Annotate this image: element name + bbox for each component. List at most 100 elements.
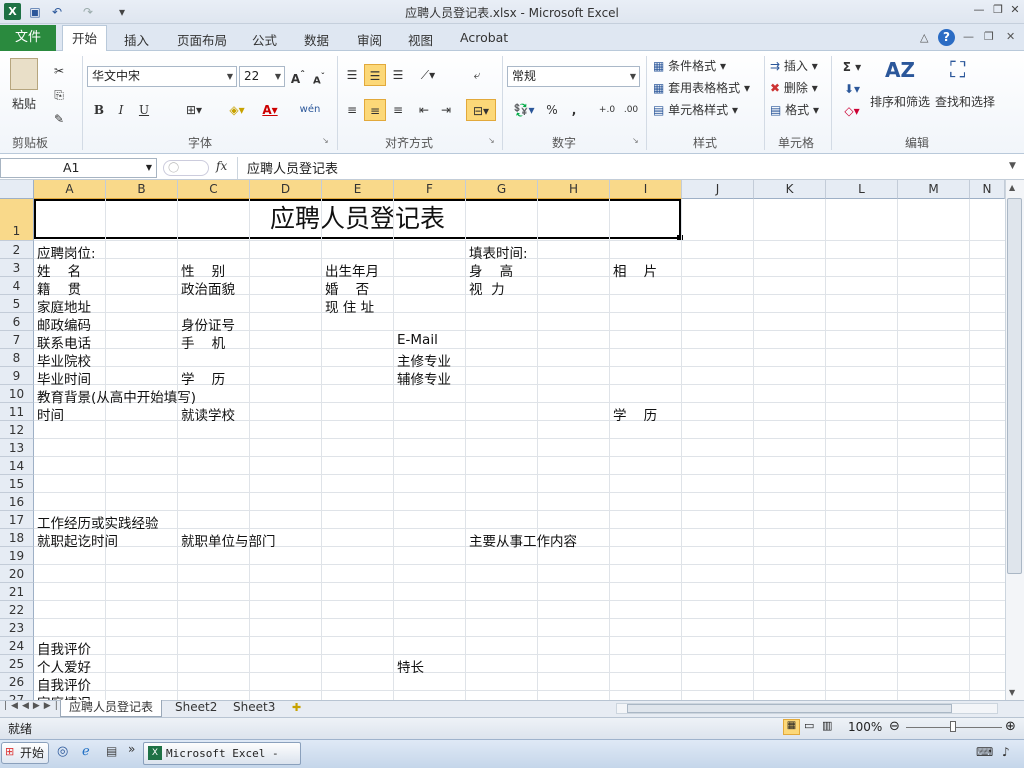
conditional-format-button[interactable]: ▦ 条件格式 ▾ xyxy=(653,57,726,74)
row-header[interactable]: 25 xyxy=(0,655,34,673)
insert-sheet-icon[interactable]: ✚ xyxy=(292,701,301,714)
align-center-icon[interactable]: ≡ xyxy=(364,99,386,121)
row-header[interactable]: 11 xyxy=(0,403,34,421)
row-header[interactable]: 14 xyxy=(0,457,34,475)
row-header[interactable]: 6 xyxy=(0,313,34,331)
tab-insert[interactable]: 插入 xyxy=(124,30,149,49)
minimize-ribbon-icon[interactable]: △ xyxy=(920,31,928,44)
horizontal-scroll-thumb[interactable] xyxy=(627,704,952,713)
row-header[interactable]: 20 xyxy=(0,565,34,583)
tab-review[interactable]: 审阅 xyxy=(357,30,382,49)
cell-e5[interactable]: 现 住 址 xyxy=(325,296,374,316)
align-right-icon[interactable]: ≡ xyxy=(388,99,408,121)
tab-formulas[interactable]: 公式 xyxy=(252,30,277,49)
number-dialog-launcher-icon[interactable]: ↘ xyxy=(632,136,639,145)
underline-button[interactable]: U xyxy=(133,99,155,121)
cell-f8[interactable]: 主修专业 xyxy=(397,350,451,370)
zoom-slider-handle[interactable] xyxy=(950,721,956,732)
fill-color-icon[interactable]: ◈▾ xyxy=(222,99,252,121)
cell-i3[interactable]: 相 片 xyxy=(613,260,657,280)
cell-e3[interactable]: 出生年月 xyxy=(325,260,379,280)
column-header[interactable]: D xyxy=(250,180,322,199)
format-painter-icon[interactable]: ✎ xyxy=(48,108,70,130)
cell-g4[interactable]: 视 力 xyxy=(469,278,505,298)
cell-a24[interactable]: 自我评价 xyxy=(37,638,91,658)
cell-g18[interactable]: 主要从事工作内容 xyxy=(469,530,577,550)
copy-icon[interactable]: ⎘ xyxy=(48,84,70,106)
vertical-scroll-thumb[interactable] xyxy=(1007,198,1022,574)
quicklaunch-app-icon[interactable]: ▤ xyxy=(106,744,117,758)
quicklaunch-more-icon[interactable]: » xyxy=(128,742,135,756)
sheet-tab-3[interactable]: Sheet3 xyxy=(225,700,283,717)
cell-a2[interactable]: 应聘岗位: xyxy=(37,242,96,262)
font-size-combo[interactable]: 22 ▼ xyxy=(239,66,285,87)
quicklaunch-browser-icon[interactable]: ◎ xyxy=(57,744,68,759)
row-header[interactable]: 16 xyxy=(0,493,34,511)
zoom-in-icon[interactable]: ⊕ xyxy=(1005,719,1016,734)
help-icon[interactable]: ? xyxy=(938,29,955,46)
keyboard-tray-icon[interactable]: ⌨ xyxy=(976,745,993,759)
merge-center-icon[interactable]: ⊟▾ xyxy=(466,99,496,121)
cell-e4[interactable]: 婚 否 xyxy=(325,278,369,298)
table-style-button[interactable]: ▦ 套用表格格式 ▾ xyxy=(653,79,750,96)
cell-a5[interactable]: 家庭地址 xyxy=(37,296,91,316)
cell-a17[interactable]: 工作经历或实践经验 xyxy=(37,512,159,532)
minimize-icon[interactable]: — xyxy=(971,3,987,17)
phonetic-icon[interactable]: wén xyxy=(296,99,324,121)
border-icon[interactable]: ⊞▾ xyxy=(180,99,208,121)
cell-a26[interactable]: 自我评价 xyxy=(37,674,91,694)
select-all-corner[interactable] xyxy=(0,180,34,199)
cell-a6[interactable]: 邮政编码 xyxy=(37,314,91,334)
column-header[interactable]: A xyxy=(34,180,106,199)
row-header[interactable]: 12 xyxy=(0,421,34,439)
row-header[interactable]: 13 xyxy=(0,439,34,457)
align-middle-icon[interactable]: ☰ xyxy=(364,64,386,86)
restore-icon[interactable]: ❐ xyxy=(990,3,1006,17)
cell-a18[interactable]: 就职起讫时间 xyxy=(37,530,118,550)
doc-restore-icon[interactable]: ❐ xyxy=(984,30,994,43)
cut-icon[interactable]: ✂ xyxy=(48,60,70,82)
page-layout-view-icon[interactable]: ▭ xyxy=(804,719,814,732)
zoom-out-icon[interactable]: ⊖ xyxy=(889,719,900,734)
row-header[interactable]: 10 xyxy=(0,385,34,403)
column-header[interactable]: L xyxy=(826,180,898,199)
column-header[interactable]: F xyxy=(394,180,466,199)
normal-view-icon[interactable]: ▦ xyxy=(783,719,800,735)
cell-a4[interactable]: 籍 贯 xyxy=(37,278,81,298)
column-header[interactable]: C xyxy=(178,180,250,199)
row-header[interactable]: 26 xyxy=(0,673,34,691)
increase-indent-icon[interactable]: ⇥ xyxy=(436,99,456,121)
tab-data[interactable]: 数据 xyxy=(304,30,329,49)
cell-a7[interactable]: 联系电话 xyxy=(37,332,91,352)
name-box[interactable]: A1 ▼ xyxy=(0,158,157,178)
cell-f25[interactable]: 特长 xyxy=(397,656,424,676)
close-icon[interactable]: ✕ xyxy=(1007,3,1023,17)
cell-f7[interactable]: E-Mail xyxy=(397,332,438,348)
orientation-icon[interactable]: ⟋▾ xyxy=(414,64,442,86)
doc-minimize-icon[interactable]: — xyxy=(963,30,974,43)
tab-home[interactable]: 开始 xyxy=(62,25,108,52)
decrease-decimal-icon[interactable]: .00 xyxy=(620,99,642,121)
decrease-indent-icon[interactable]: ⇤ xyxy=(414,99,434,121)
cell-a8[interactable]: 毕业院校 xyxy=(37,350,91,370)
cell-c18[interactable]: 就职单位与部门 xyxy=(181,530,276,550)
cell-a10[interactable]: 教育背景(从高中开始填写) xyxy=(37,386,196,406)
cell-c4[interactable]: 政治面貌 xyxy=(181,278,235,298)
cell-a9[interactable]: 毕业时间 xyxy=(37,368,91,388)
font-color-icon[interactable]: A▾ xyxy=(256,99,284,121)
row-header[interactable]: 21 xyxy=(0,583,34,601)
format-cells-button[interactable]: ▤ 格式 ▾ xyxy=(770,101,819,118)
row-header[interactable]: 7 xyxy=(0,331,34,349)
row-header[interactable]: 1 xyxy=(0,199,34,241)
row-header[interactable]: 8 xyxy=(0,349,34,367)
shrink-font-icon[interactable]: Aˇ xyxy=(310,65,328,87)
cell-c9[interactable]: 学 历 xyxy=(181,368,225,388)
row-header[interactable]: 2 xyxy=(0,241,34,259)
zoom-level[interactable]: 100% xyxy=(848,720,882,734)
row-header[interactable]: 17 xyxy=(0,511,34,529)
column-header[interactable]: E xyxy=(322,180,394,199)
cell-a25[interactable]: 个人爱好 xyxy=(37,656,91,676)
tab-acrobat[interactable]: Acrobat xyxy=(460,30,508,45)
cell-f9[interactable]: 辅修专业 xyxy=(397,368,451,388)
row-header[interactable]: 22 xyxy=(0,601,34,619)
